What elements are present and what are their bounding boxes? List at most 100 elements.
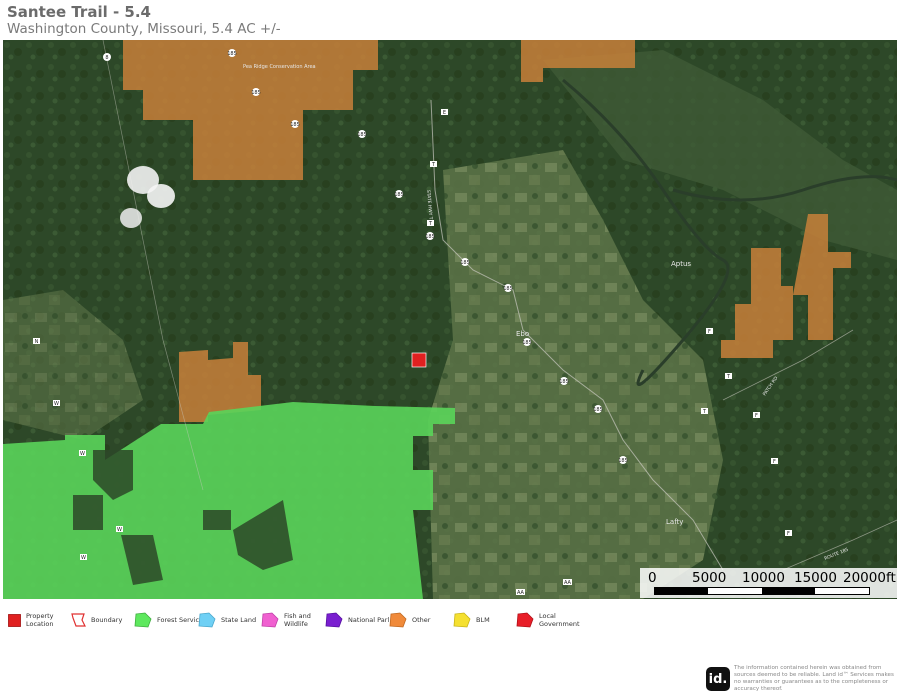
- route-shield: F: [771, 458, 778, 465]
- svg-text:AA: AA: [517, 590, 525, 596]
- pentagon-icon: [389, 612, 407, 628]
- route-shield: T: [427, 220, 434, 227]
- svg-text:F: F: [708, 329, 711, 335]
- svg-text:W: W: [81, 555, 86, 561]
- property-location-marker[interactable]: [411, 352, 427, 368]
- scale-bar: 0 5000 10000 15000 20000ft: [640, 568, 897, 598]
- pentagon-icon: [198, 612, 216, 628]
- place-label-aptus: Aptus: [671, 260, 691, 268]
- svg-text:185: 185: [559, 379, 569, 385]
- svg-text:185: 185: [460, 260, 470, 266]
- scale-label: 0: [648, 570, 657, 586]
- land-id-logo: id.: [706, 667, 730, 691]
- scale-label: 10000: [742, 570, 785, 586]
- legend-label: Other: [412, 616, 431, 624]
- forest-inholding-5: [73, 495, 103, 530]
- route-shield: AA: [563, 579, 572, 586]
- legend-item-fish-and-wildlife: Fish and Wildlife: [260, 608, 311, 632]
- legend-label: Boundary: [91, 616, 123, 624]
- svg-text:E: E: [443, 110, 446, 116]
- route-shield: W: [80, 554, 87, 561]
- route-shield: 185: [503, 284, 513, 292]
- route-shield: F: [785, 530, 792, 537]
- disclaimer-text: The information contained herein was obt…: [734, 665, 894, 692]
- route-shield: W: [79, 450, 86, 457]
- svg-text:W: W: [54, 401, 59, 407]
- svg-text:185: 185: [251, 90, 261, 96]
- route-shield: 185: [522, 338, 532, 346]
- svg-text:AA: AA: [564, 580, 572, 586]
- route-shield: N: [33, 338, 40, 345]
- route-shield: 185: [394, 190, 404, 198]
- route-shield: 185: [618, 456, 628, 464]
- route-shield: 185: [460, 258, 470, 266]
- pentagon-icon: [261, 612, 279, 628]
- pentagon-icon: [134, 612, 152, 628]
- svg-text:N: N: [35, 339, 39, 345]
- route-shield: 185: [357, 130, 367, 138]
- svg-text:185: 185: [593, 407, 603, 413]
- svg-text:F: F: [755, 413, 758, 419]
- route-shield: 185: [227, 49, 237, 57]
- legend-label: Fish and Wildlife: [284, 612, 311, 628]
- svg-text:W: W: [80, 451, 85, 457]
- route-shield: 185: [559, 377, 569, 385]
- outline-pentagon-icon: [71, 613, 86, 627]
- svg-text:8: 8: [105, 55, 108, 61]
- svg-text:185: 185: [503, 286, 513, 292]
- route-shield: F: [753, 412, 760, 419]
- svg-text:185: 185: [394, 192, 404, 198]
- route-shield: W: [116, 526, 123, 533]
- map-canvas: Ebo Aptus Lafty Pea Ridge Conservation A…: [3, 40, 897, 599]
- legend-item-state-land: State Land: [197, 608, 256, 632]
- map-subtitle: Washington County, Missouri, 5.4 AC +/-: [7, 21, 281, 37]
- svg-text:185: 185: [290, 122, 300, 128]
- legend-item-national-park: National Parl: [324, 608, 389, 632]
- route-shield: W: [53, 400, 60, 407]
- route-shield: T: [725, 373, 732, 380]
- svg-text:F: F: [773, 459, 776, 465]
- legend-label: State Land: [221, 616, 257, 624]
- scale-label: 5000: [692, 570, 727, 586]
- place-label-pea-ridge: Pea Ridge Conservation Area: [243, 64, 316, 70]
- satellite-map[interactable]: Ebo Aptus Lafty Pea Ridge Conservation A…: [3, 40, 897, 599]
- map-title: Santee Trail - 5.4: [7, 3, 151, 21]
- legend-item-property-location: Property Location: [8, 608, 54, 632]
- route-shield: 185: [425, 232, 435, 240]
- route-shield: 8: [103, 53, 111, 61]
- legend-item-blm: BLM: [452, 608, 490, 632]
- place-label-ebo: Ebo: [516, 330, 529, 338]
- svg-text:185: 185: [357, 132, 367, 138]
- legend-item-local-government: Local Government: [515, 608, 580, 632]
- route-shield: 185: [593, 405, 603, 413]
- svg-text:185: 185: [618, 458, 628, 464]
- legend-item-other: Other: [388, 608, 430, 632]
- route-shield: 185: [251, 88, 261, 96]
- legend-label: BLM: [476, 616, 490, 624]
- pentagon-icon: [516, 612, 534, 628]
- svg-text:185: 185: [425, 234, 435, 240]
- scale-bar-graphic: [654, 587, 870, 595]
- pentagon-icon: [325, 612, 343, 628]
- svg-text:W: W: [117, 527, 122, 533]
- route-shield: 185: [290, 120, 300, 128]
- legend-label: National Parl: [348, 616, 390, 624]
- legend-label: Local Government: [539, 612, 580, 628]
- place-label-lafty: Lafty: [666, 518, 683, 526]
- svg-text:185: 185: [522, 340, 532, 346]
- route-shield: T: [430, 161, 437, 168]
- pentagon-icon: [453, 612, 471, 628]
- square-icon: [8, 613, 21, 627]
- route-shield: T: [701, 408, 708, 415]
- scale-label: 20000ft: [843, 570, 896, 586]
- legend-item-boundary: Boundary: [71, 608, 122, 632]
- legend: Property Location Boundary Forest Servic…: [4, 608, 894, 632]
- route-shield: AA: [516, 589, 525, 596]
- route-shield: F: [706, 328, 713, 335]
- svg-text:185: 185: [227, 51, 237, 57]
- svg-text:F: F: [787, 531, 790, 537]
- scale-label: 15000: [794, 570, 837, 586]
- forest-inholding-2: [203, 510, 231, 530]
- legend-label: Property Location: [26, 612, 54, 628]
- legend-label: Forest Servic: [157, 616, 200, 624]
